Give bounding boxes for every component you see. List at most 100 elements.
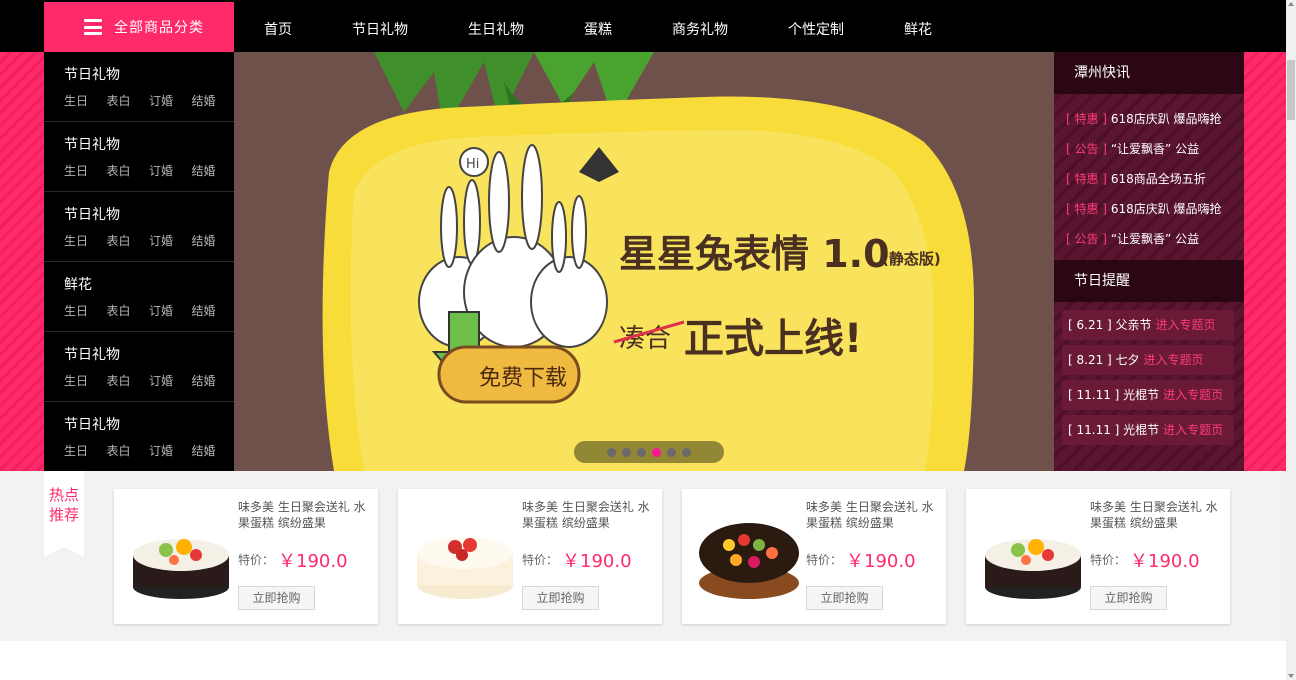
news-tag: [ 特惠 ] xyxy=(1066,202,1107,216)
category-title[interactable]: 节日礼物 xyxy=(64,52,234,84)
nav-home[interactable]: 首页 xyxy=(264,19,292,39)
subcategory-link[interactable]: 订婚 xyxy=(149,302,192,319)
news-item[interactable]: [ 特惠 ] 618店庆趴 爆品嗨抢 xyxy=(1066,194,1244,224)
subcategory-link[interactable]: 生日 xyxy=(64,162,107,179)
carousel-dot[interactable] xyxy=(682,447,691,457)
buy-now-button[interactable]: 立即抢购 xyxy=(806,586,883,610)
product-name[interactable]: 味多美 生日聚会送礼 水果蛋糕 缤纷盛果 xyxy=(522,499,654,531)
scroll-up-icon[interactable] xyxy=(1288,2,1294,6)
nav-festival-gifts[interactable]: 节日礼物 xyxy=(352,19,408,39)
nav-custom[interactable]: 个性定制 xyxy=(788,19,844,39)
reminder-link[interactable]: 进入专题页 xyxy=(1163,388,1223,402)
news-item[interactable]: [ 公告 ] “让爱飘香” 公益 xyxy=(1066,224,1244,254)
fruit-cake-dark-image xyxy=(133,539,229,599)
product-name[interactable]: 味多美 生日聚会送礼 水果蛋糕 缤纷盛果 xyxy=(806,499,938,531)
news-item[interactable]: [ 特惠 ] 618商品全场五折 xyxy=(1066,164,1244,194)
category-sidebar: 节日礼物 生日 表白 订婚 结婚 节日礼物 生日 表白 订婚 结婚 节日礼物 生… xyxy=(44,52,234,471)
all-categories-button[interactable]: 全部商品分类 xyxy=(44,2,234,52)
category-group: 节日礼物 生日 表白 订婚 结婚 xyxy=(44,192,234,262)
category-title[interactable]: 节日礼物 xyxy=(64,122,234,154)
subcategory-link[interactable]: 表白 xyxy=(107,372,150,389)
subcategory-link[interactable]: 表白 xyxy=(107,92,150,109)
scrollbar-thumb[interactable] xyxy=(1287,60,1295,120)
carousel-dot[interactable] xyxy=(667,447,676,457)
category-group: 节日礼物 生日 表白 订婚 结婚 xyxy=(44,122,234,192)
news-item[interactable]: [ 公告 ] “让爱飘香” 公益 xyxy=(1066,134,1244,164)
carousel-dots xyxy=(574,441,724,463)
carousel-dot[interactable] xyxy=(607,447,616,457)
subcategory-link[interactable]: 订婚 xyxy=(149,92,192,109)
product-name[interactable]: 味多美 生日聚会送礼 水果蛋糕 缤纷盛果 xyxy=(238,499,370,531)
page-scrollbar[interactable] xyxy=(1286,0,1296,680)
nav-birthday-gifts[interactable]: 生日礼物 xyxy=(468,19,524,39)
subcategory-link[interactable]: 生日 xyxy=(64,372,107,389)
category-title[interactable]: 节日礼物 xyxy=(64,332,234,364)
product-card[interactable]: 味多美 生日聚会送礼 水果蛋糕 缤纷盛果 特价： ￥190.0 立即抢购 xyxy=(966,489,1230,624)
news-text: “让爱飘香” 公益 xyxy=(1110,142,1200,156)
reminder-item: [ 11.11 ] 光棍节 进入专题页 xyxy=(1062,415,1234,445)
category-title[interactable]: 鲜花 xyxy=(64,262,234,294)
hot-recommendations: 热点推荐 味多美 生日聚会送礼 水果蛋糕 缤纷盛果 特价： ￥190.0 立即抢… xyxy=(0,471,1286,641)
banner-headline: 星星兔表情 1.0 xyxy=(619,232,890,276)
price-label: 特价： xyxy=(1090,553,1127,567)
nav-cake[interactable]: 蛋糕 xyxy=(584,19,612,39)
news-title: 潭州快讯 xyxy=(1054,52,1244,94)
subcategory-link[interactable]: 表白 xyxy=(107,232,150,249)
news-text: 618商品全场五折 xyxy=(1110,172,1206,186)
reminder-link[interactable]: 进入专题页 xyxy=(1156,318,1216,332)
product-price: ￥190.0 xyxy=(278,551,348,572)
subcategory-link[interactable]: 订婚 xyxy=(149,442,192,459)
news-item[interactable]: [ 特惠 ] 618店庆趴 爆品嗨抢 xyxy=(1066,104,1244,134)
scroll-down-icon[interactable] xyxy=(1288,674,1294,678)
product-name[interactable]: 味多美 生日聚会送礼 水果蛋糕 缤纷盛果 xyxy=(1090,499,1222,531)
news-text: “让爱飘香” 公益 xyxy=(1110,232,1200,246)
subcategory-link[interactable]: 生日 xyxy=(64,232,107,249)
reminder-date: [ 11.11 ] 光棍节 xyxy=(1068,423,1160,437)
strawberry-cream-cake-image xyxy=(417,537,513,599)
price-label: 特价： xyxy=(806,553,843,567)
subcategory-link[interactable]: 表白 xyxy=(107,442,150,459)
subcategory-link[interactable]: 结婚 xyxy=(192,442,235,459)
product-card[interactable]: 味多美 生日聚会送礼 水果蛋糕 缤纷盛果 特价： ￥190.0 立即抢购 xyxy=(682,489,946,624)
reminder-link[interactable]: 进入专题页 xyxy=(1163,423,1223,437)
reminder-link[interactable]: 进入专题页 xyxy=(1144,353,1204,367)
news-panel: 潭州快讯 [ 特惠 ] 618店庆趴 爆品嗨抢 [ 公告 ] “让爱飘香” 公益… xyxy=(1054,52,1244,471)
subcategory-link[interactable]: 表白 xyxy=(107,162,150,179)
subcategory-link[interactable]: 表白 xyxy=(107,302,150,319)
nav-business-gifts[interactable]: 商务礼物 xyxy=(672,19,728,39)
category-group: 节日礼物 生日 表白 订婚 结婚 xyxy=(44,402,234,472)
news-text: 618店庆趴 爆品嗨抢 xyxy=(1110,202,1222,216)
news-list: [ 特惠 ] 618店庆趴 爆品嗨抢 [ 公告 ] “让爱飘香” 公益 [ 特惠… xyxy=(1054,94,1244,254)
reminder-item: [ 6.21 ] 父亲节 进入专题页 xyxy=(1062,310,1234,340)
product-card[interactable]: 味多美 生日聚会送礼 水果蛋糕 缤纷盛果 特价： ￥190.0 立即抢购 xyxy=(114,489,378,624)
subcategory-link[interactable]: 结婚 xyxy=(192,372,235,389)
buy-now-button[interactable]: 立即抢购 xyxy=(1090,586,1167,610)
category-title[interactable]: 节日礼物 xyxy=(64,402,234,434)
product-card[interactable]: 味多美 生日聚会送礼 水果蛋糕 缤纷盛果 特价： ￥190.0 立即抢购 xyxy=(398,489,662,624)
subcategory-link[interactable]: 结婚 xyxy=(192,232,235,249)
category-title[interactable]: 节日礼物 xyxy=(64,192,234,224)
subcategory-link[interactable]: 结婚 xyxy=(192,92,235,109)
subcategory-link[interactable]: 订婚 xyxy=(149,232,192,249)
banner-carousel[interactable]: Hi 免费下载 星星兔表情 1.0 (静态版) 凑合 正式上线! xyxy=(234,52,1054,471)
subcategory-link[interactable]: 订婚 xyxy=(149,372,192,389)
subcategory-link[interactable]: 结婚 xyxy=(192,162,235,179)
news-tag: [ 公告 ] xyxy=(1066,142,1107,156)
subcategory-link[interactable]: 生日 xyxy=(64,92,107,109)
subcategory-link[interactable]: 订婚 xyxy=(149,162,192,179)
category-group: 节日礼物 生日 表白 订婚 结婚 xyxy=(44,332,234,402)
subcategory-link[interactable]: 生日 xyxy=(64,302,107,319)
buy-now-button[interactable]: 立即抢购 xyxy=(238,586,315,610)
carousel-dot[interactable] xyxy=(622,447,631,457)
fruit-cake-dark-image xyxy=(985,539,1081,599)
subcategory-link[interactable]: 生日 xyxy=(64,442,107,459)
subcategory-link[interactable]: 结婚 xyxy=(192,302,235,319)
carousel-dot[interactable] xyxy=(637,447,646,457)
buy-now-button[interactable]: 立即抢购 xyxy=(522,586,599,610)
news-text: 618店庆趴 爆品嗨抢 xyxy=(1110,112,1222,126)
carousel-dot-active[interactable] xyxy=(652,447,661,457)
product-price: ￥190.0 xyxy=(1130,551,1200,572)
mixed-fruit-cake-image xyxy=(699,523,799,599)
nav-flowers[interactable]: 鲜花 xyxy=(904,19,932,39)
news-tag: [ 特惠 ] xyxy=(1066,172,1107,186)
